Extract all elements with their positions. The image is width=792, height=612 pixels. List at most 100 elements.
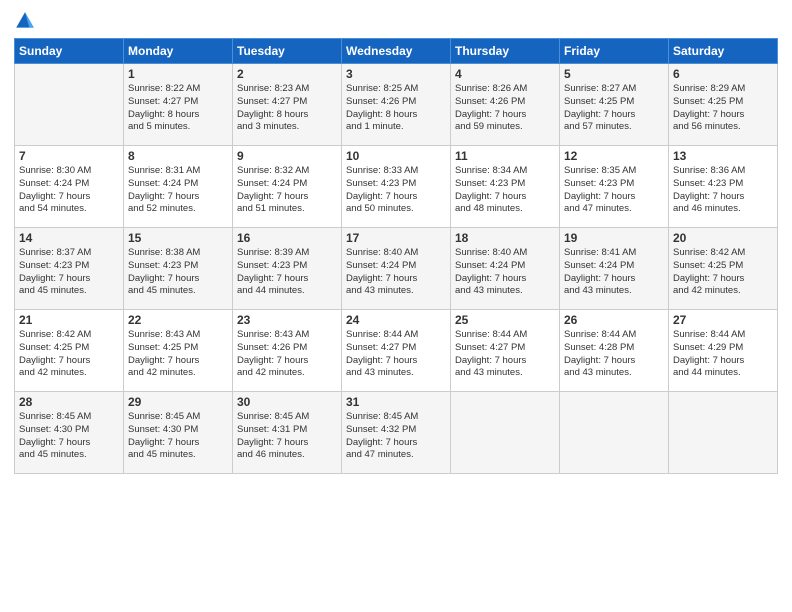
day-info: Sunrise: 8:23 AMSunset: 4:27 PMDaylight:…: [237, 83, 337, 134]
day-info: Sunrise: 8:45 AMSunset: 4:31 PMDaylight:…: [237, 411, 337, 462]
day-number: 17: [346, 231, 446, 245]
day-info: Sunrise: 8:26 AMSunset: 4:26 PMDaylight:…: [455, 83, 555, 134]
day-number: 12: [564, 149, 664, 163]
day-number: 5: [564, 67, 664, 81]
calendar-body: 1 Sunrise: 8:22 AMSunset: 4:27 PMDaylight…: [15, 64, 778, 474]
day-info: Sunrise: 8:43 AMSunset: 4:26 PMDaylight:…: [237, 329, 337, 380]
day-number: 8: [128, 149, 228, 163]
day-number: 19: [564, 231, 664, 245]
day-info: Sunrise: 8:35 AMSunset: 4:23 PMDaylight:…: [564, 165, 664, 216]
day-number: 6: [673, 67, 773, 81]
day-number: 22: [128, 313, 228, 327]
day-number: 23: [237, 313, 337, 327]
calendar-cell: 3 Sunrise: 8:25 AMSunset: 4:26 PMDaylight…: [342, 64, 451, 146]
calendar-cell: 13 Sunrise: 8:36 AMSunset: 4:23 PMDayligh…: [669, 146, 778, 228]
calendar-cell: 31 Sunrise: 8:45 AMSunset: 4:32 PMDayligh…: [342, 392, 451, 474]
day-number: 3: [346, 67, 446, 81]
calendar-week-1: 1 Sunrise: 8:22 AMSunset: 4:27 PMDaylight…: [15, 64, 778, 146]
day-number: 11: [455, 149, 555, 163]
day-info: Sunrise: 8:36 AMSunset: 4:23 PMDaylight:…: [673, 165, 773, 216]
day-number: 31: [346, 395, 446, 409]
calendar-week-3: 14Sunrise: 8:37 AMSunset: 4:23 PMDayligh…: [15, 228, 778, 310]
calendar-cell: 26 Sunrise: 8:44 AMSunset: 4:28 PMDayligh…: [560, 310, 669, 392]
calendar-cell: [669, 392, 778, 474]
day-info: Sunrise: 8:45 AMSunset: 4:30 PMDaylight:…: [128, 411, 228, 462]
day-number: 1: [128, 67, 228, 81]
header-cell-thursday: Thursday: [451, 39, 560, 64]
day-info: Sunrise: 8:22 AMSunset: 4:27 PMDaylight:…: [128, 83, 228, 134]
header-row: SundayMondayTuesdayWednesdayThursdayFrid…: [15, 39, 778, 64]
calendar-cell: [560, 392, 669, 474]
header-cell-wednesday: Wednesday: [342, 39, 451, 64]
calendar-cell: 12 Sunrise: 8:35 AMSunset: 4:23 PMDayligh…: [560, 146, 669, 228]
calendar-cell: 16Sunrise: 8:39 AMSunset: 4:23 PMDayligh…: [233, 228, 342, 310]
day-info: Sunrise: 8:33 AMSunset: 4:23 PMDaylight:…: [346, 165, 446, 216]
day-number: 21: [19, 313, 119, 327]
calendar-cell: 6 Sunrise: 8:29 AMSunset: 4:25 PMDaylight…: [669, 64, 778, 146]
day-info: Sunrise: 8:32 AMSunset: 4:24 PMDaylight:…: [237, 165, 337, 216]
calendar-cell: 2 Sunrise: 8:23 AMSunset: 4:27 PMDaylight…: [233, 64, 342, 146]
calendar-cell: 28 Sunrise: 8:45 AMSunset: 4:30 PMDayligh…: [15, 392, 124, 474]
header-cell-tuesday: Tuesday: [233, 39, 342, 64]
calendar-week-5: 28 Sunrise: 8:45 AMSunset: 4:30 PMDayligh…: [15, 392, 778, 474]
day-info: Sunrise: 8:25 AMSunset: 4:26 PMDaylight:…: [346, 83, 446, 134]
day-number: 25: [455, 313, 555, 327]
calendar-cell: 20 Sunrise: 8:42 AMSunset: 4:25 PMDayligh…: [669, 228, 778, 310]
calendar-cell: 19 Sunrise: 8:41 AMSunset: 4:24 PMDayligh…: [560, 228, 669, 310]
calendar-cell: 27 Sunrise: 8:44 AMSunset: 4:29 PMDayligh…: [669, 310, 778, 392]
day-number: 10: [346, 149, 446, 163]
calendar-cell: 10 Sunrise: 8:33 AMSunset: 4:23 PMDayligh…: [342, 146, 451, 228]
calendar-cell: 5 Sunrise: 8:27 AMSunset: 4:25 PMDaylight…: [560, 64, 669, 146]
day-info: Sunrise: 8:30 AMSunset: 4:24 PMDaylight:…: [19, 165, 119, 216]
calendar-cell: 15Sunrise: 8:38 AMSunset: 4:23 PMDayligh…: [124, 228, 233, 310]
day-number: 7: [19, 149, 119, 163]
day-info: Sunrise: 8:41 AMSunset: 4:24 PMDaylight:…: [564, 247, 664, 298]
day-info: Sunrise: 8:45 AMSunset: 4:30 PMDaylight:…: [19, 411, 119, 462]
day-info: Sunrise: 8:42 AMSunset: 4:25 PMDaylight:…: [19, 329, 119, 380]
day-info: Sunrise: 8:29 AMSunset: 4:25 PMDaylight:…: [673, 83, 773, 134]
day-number: 9: [237, 149, 337, 163]
day-info: Sunrise: 8:42 AMSunset: 4:25 PMDaylight:…: [673, 247, 773, 298]
header-cell-monday: Monday: [124, 39, 233, 64]
day-number: 13: [673, 149, 773, 163]
day-info: Sunrise: 8:44 AMSunset: 4:28 PMDaylight:…: [564, 329, 664, 380]
day-number: 26: [564, 313, 664, 327]
day-number: 24: [346, 313, 446, 327]
day-number: 2: [237, 67, 337, 81]
calendar-table: SundayMondayTuesdayWednesdayThursdayFrid…: [14, 38, 778, 474]
day-info: Sunrise: 8:40 AMSunset: 4:24 PMDaylight:…: [346, 247, 446, 298]
calendar-cell: 18 Sunrise: 8:40 AMSunset: 4:24 PMDayligh…: [451, 228, 560, 310]
day-info: Sunrise: 8:43 AMSunset: 4:25 PMDaylight:…: [128, 329, 228, 380]
calendar-cell: 24Sunrise: 8:44 AMSunset: 4:27 PMDayligh…: [342, 310, 451, 392]
day-number: 4: [455, 67, 555, 81]
calendar-week-4: 21 Sunrise: 8:42 AMSunset: 4:25 PMDayligh…: [15, 310, 778, 392]
header: [14, 10, 778, 34]
calendar-cell: [451, 392, 560, 474]
day-info: Sunrise: 8:31 AMSunset: 4:24 PMDaylight:…: [128, 165, 228, 216]
calendar-cell: 1 Sunrise: 8:22 AMSunset: 4:27 PMDaylight…: [124, 64, 233, 146]
day-number: 16: [237, 231, 337, 245]
calendar-week-2: 7 Sunrise: 8:30 AMSunset: 4:24 PMDaylight…: [15, 146, 778, 228]
header-cell-sunday: Sunday: [15, 39, 124, 64]
day-info: Sunrise: 8:45 AMSunset: 4:32 PMDaylight:…: [346, 411, 446, 462]
day-number: 18: [455, 231, 555, 245]
calendar-cell: 22 Sunrise: 8:43 AMSunset: 4:25 PMDayligh…: [124, 310, 233, 392]
day-info: Sunrise: 8:38 AMSunset: 4:23 PMDaylight:…: [128, 247, 228, 298]
day-info: Sunrise: 8:44 AMSunset: 4:29 PMDaylight:…: [673, 329, 773, 380]
calendar-cell: 9 Sunrise: 8:32 AMSunset: 4:24 PMDaylight…: [233, 146, 342, 228]
calendar-cell: 14Sunrise: 8:37 AMSunset: 4:23 PMDayligh…: [15, 228, 124, 310]
day-number: 27: [673, 313, 773, 327]
calendar-cell: 21 Sunrise: 8:42 AMSunset: 4:25 PMDayligh…: [15, 310, 124, 392]
day-number: 30: [237, 395, 337, 409]
day-info: Sunrise: 8:40 AMSunset: 4:24 PMDaylight:…: [455, 247, 555, 298]
day-info: Sunrise: 8:27 AMSunset: 4:25 PMDaylight:…: [564, 83, 664, 134]
header-cell-friday: Friday: [560, 39, 669, 64]
calendar-header: SundayMondayTuesdayWednesdayThursdayFrid…: [15, 39, 778, 64]
calendar-cell: [15, 64, 124, 146]
logo: [14, 10, 36, 34]
day-number: 20: [673, 231, 773, 245]
day-info: Sunrise: 8:37 AMSunset: 4:23 PMDaylight:…: [19, 247, 119, 298]
calendar-cell: 17 Sunrise: 8:40 AMSunset: 4:24 PMDayligh…: [342, 228, 451, 310]
calendar-cell: 30 Sunrise: 8:45 AMSunset: 4:31 PMDayligh…: [233, 392, 342, 474]
day-number: 28: [19, 395, 119, 409]
